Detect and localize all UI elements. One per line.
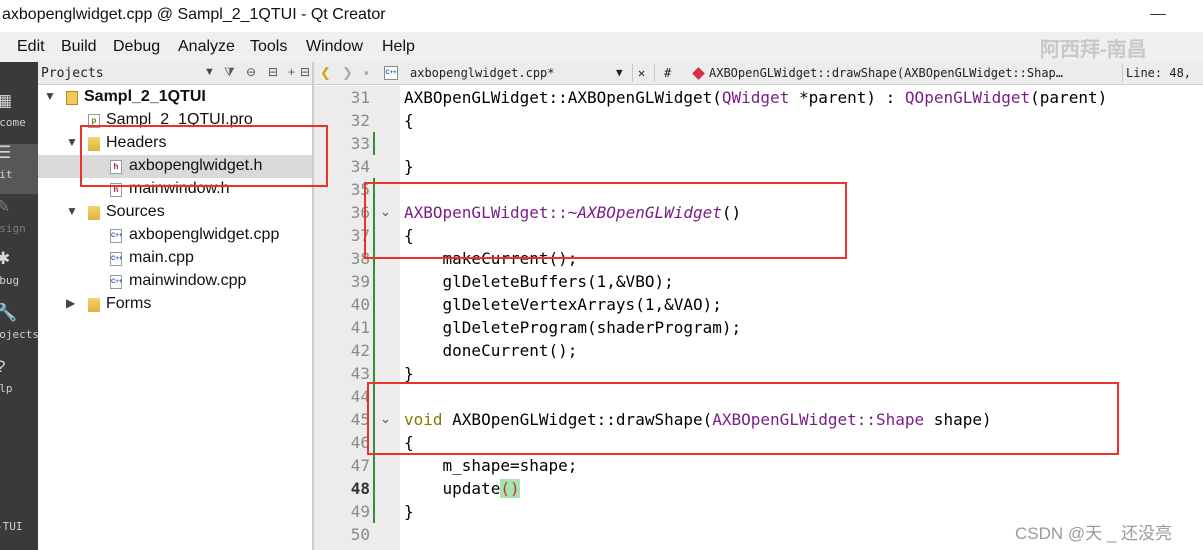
title-bar: axbopenglwidget.cpp @ Sampl_2_1QTUI - Qt… — [0, 0, 1203, 32]
grid-icon: ▦ — [0, 91, 13, 110]
menu-window[interactable]: Window — [306, 38, 363, 56]
mode-debug[interactable]: ✱ Debug — [0, 250, 38, 300]
mode-design[interactable]: ✎ Design — [0, 198, 38, 248]
add-split-icon[interactable]: + — [288, 65, 295, 79]
chevron-right-icon[interactable]: ▶ — [66, 296, 75, 310]
code-editor[interactable]: 31 AXBOpenGLWidget::AXBOpenGLWidget(QWid… — [314, 86, 1203, 550]
code-line: 47 m_shape=shape; — [350, 456, 578, 475]
mode-sidebar: ▦ elcome ☰ Edit ✎ Design ✱ Debug 🔧 Proje… — [0, 62, 38, 550]
kit-selector[interactable]: -TUI — [0, 520, 23, 533]
code-line: 34 } — [350, 157, 414, 176]
window-title: axbopenglwidget.cpp @ Sampl_2_1QTUI - Qt… — [2, 6, 386, 23]
folder-icon — [88, 206, 100, 220]
menu-analyze[interactable]: Analyze — [178, 38, 235, 56]
cpp-file-icon: C++ — [110, 229, 122, 243]
line-indicator[interactable]: Line: 48, — [1126, 66, 1191, 80]
help-icon: ? — [0, 358, 14, 376]
symbol-icon — [692, 67, 705, 80]
link-icon[interactable]: ⊖ — [246, 65, 256, 79]
code-line: 31 AXBOpenGLWidget::AXBOpenGLWidget(QWid… — [350, 88, 1108, 107]
menu-tools[interactable]: Tools — [250, 38, 287, 56]
tree-item-project[interactable]: ▼ Sampl_2_1QTUI — [38, 86, 312, 109]
chevron-down-icon[interactable]: ▼ — [616, 66, 623, 79]
tree-item-mainwindow-cpp[interactable]: C++ mainwindow.cpp — [38, 270, 312, 293]
design-icon: ✎ — [0, 197, 11, 216]
open-file-tab[interactable]: axbopenglwidget.cpp* — [410, 66, 555, 80]
wrench-icon: 🔧 — [0, 303, 18, 322]
preprocessor-button[interactable]: # — [664, 66, 671, 80]
annotation-box-destructor — [364, 182, 847, 259]
close-pane-icon[interactable]: ⊟ — [300, 65, 310, 79]
code-line: 39 glDeleteBuffers(1,&VBO); — [350, 272, 674, 291]
separator — [654, 64, 655, 82]
mode-edit[interactable]: ☰ Edit — [0, 144, 38, 194]
separator — [1122, 64, 1123, 82]
mode-welcome[interactable]: ▦ elcome — [0, 92, 38, 142]
annotation-box-drawshape — [367, 382, 1119, 455]
forward-arrow-icon[interactable]: ❯ — [342, 65, 353, 81]
chevron-down-icon[interactable]: ▼ — [204, 66, 215, 78]
watermark-top: 阿西拜-南昌 — [1040, 39, 1147, 61]
code-line: 40 glDeleteVertexArrays(1,&VAO); — [350, 295, 722, 314]
cpp-file-icon: C++ — [110, 252, 122, 266]
chevron-down-icon[interactable]: ▼ — [44, 89, 56, 103]
tree-item-main-cpp[interactable]: C++ main.cpp — [38, 247, 312, 270]
code-line-current: 48 update() — [350, 479, 520, 498]
projects-pane-header: Projects ▼ ⧩ ⊖ ⊟ + ⊟ — [38, 62, 312, 85]
split-icon[interactable]: ⊟ — [268, 65, 278, 79]
mode-projects[interactable]: 🔧 Projects — [0, 304, 38, 354]
mode-help[interactable]: ? Help — [0, 358, 38, 408]
folder-icon — [88, 298, 100, 312]
code-line: 33 — [350, 134, 370, 153]
watermark-bottom: CSDN @天 _ 还没亮 — [1015, 524, 1173, 543]
code-line: 42 doneCurrent(); — [350, 341, 578, 360]
menu-help[interactable]: Help — [382, 38, 415, 56]
minimize-icon[interactable] — [1150, 14, 1166, 15]
separator — [632, 64, 633, 82]
tree-item-axbopenglwidget-cpp[interactable]: C++ axbopenglwidget.cpp — [38, 224, 312, 247]
code-line: 41 glDeleteProgram(shaderProgram); — [350, 318, 742, 337]
menu-bar: Edit Build Debug Analyze Tools Window He… — [0, 32, 1203, 62]
menu-debug[interactable]: Debug — [113, 38, 160, 56]
menu-edit[interactable]: Edit — [17, 38, 45, 56]
editor-toolbar: ❮ ❯ ▪ C++ axbopenglwidget.cpp* ▼ ✕ # AXB… — [314, 62, 1203, 85]
projects-selector[interactable]: Projects — [41, 66, 104, 81]
code-line: 32 { — [350, 111, 414, 130]
project-icon — [66, 91, 78, 105]
chevron-down-icon[interactable]: ▼ — [66, 204, 78, 218]
tree-item-sources[interactable]: ▼ Sources — [38, 201, 312, 224]
tree-item-forms[interactable]: ▶ Forms — [38, 293, 312, 316]
bug-icon: ✱ — [0, 249, 11, 268]
menu-build[interactable]: Build — [61, 38, 97, 56]
chevron-down-icon[interactable]: ▼ — [66, 135, 78, 149]
filter-icon[interactable]: ⧩ — [224, 65, 235, 80]
lock-icon: ▪ — [364, 65, 369, 80]
back-arrow-icon[interactable]: ❮ — [320, 65, 331, 81]
cpp-file-icon: C++ — [110, 275, 122, 289]
annotation-box-headers — [80, 125, 328, 187]
edit-icon: ☰ — [0, 143, 12, 162]
cpp-file-icon: C++ — [384, 66, 398, 80]
symbol-selector[interactable]: AXBOpenGLWidget::drawShape(AXBOpenGLWidg… — [709, 66, 1063, 80]
close-file-icon[interactable]: ✕ — [638, 66, 645, 80]
